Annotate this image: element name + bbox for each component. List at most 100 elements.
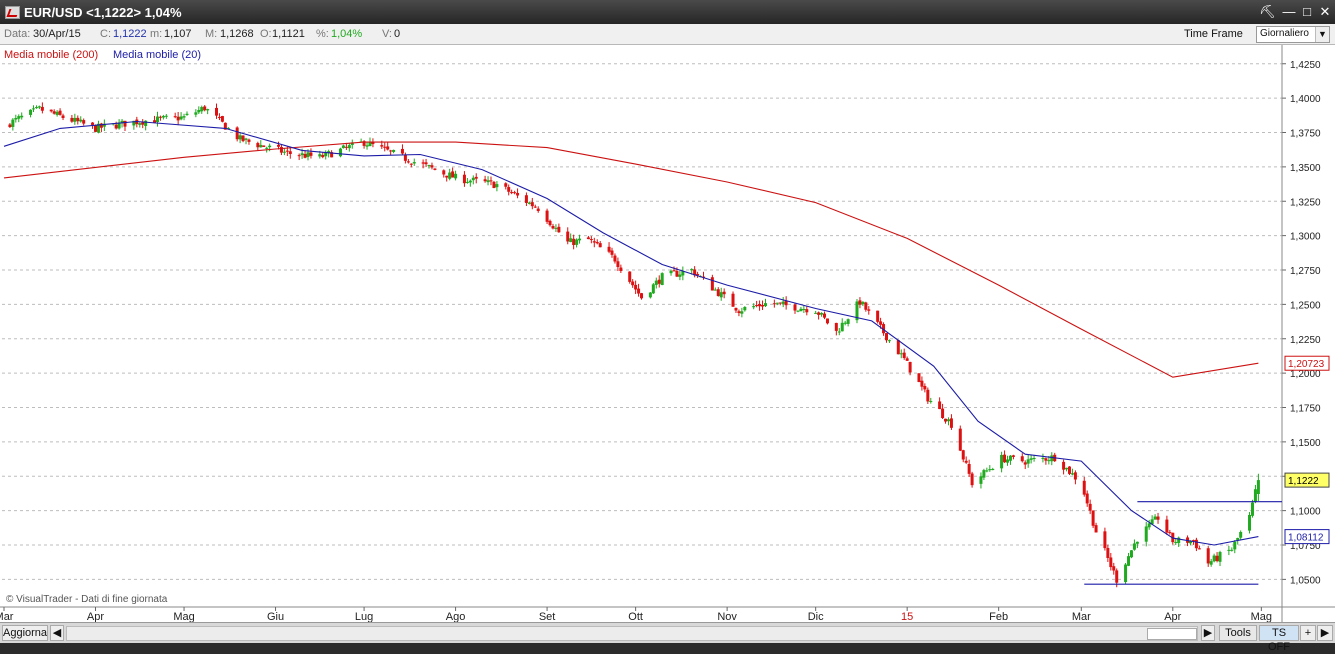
tool-icon[interactable]: ⛏ bbox=[1259, 4, 1276, 20]
timeframe-label: Time Frame bbox=[1184, 28, 1243, 40]
candle-body bbox=[920, 380, 924, 387]
candle-body bbox=[309, 152, 313, 156]
volume-value: 0 bbox=[394, 28, 401, 40]
candle-body bbox=[843, 322, 847, 324]
scroll-right-button[interactable]: ▶ bbox=[1201, 625, 1215, 641]
candle-body bbox=[386, 146, 390, 150]
candle-body bbox=[483, 179, 487, 182]
candle-body bbox=[566, 231, 570, 242]
candle-body bbox=[814, 312, 818, 314]
candle-body bbox=[123, 120, 127, 127]
candle-body bbox=[513, 192, 517, 194]
candle-body bbox=[1215, 555, 1219, 561]
candle-body bbox=[1227, 549, 1231, 551]
candle-body bbox=[737, 311, 741, 314]
close-button[interactable]: ✕ bbox=[1317, 4, 1333, 20]
ma200-value-label: 1,20723 bbox=[1288, 359, 1325, 370]
candle-body bbox=[1006, 459, 1010, 463]
candle-body bbox=[93, 125, 97, 132]
candle-body bbox=[926, 389, 930, 402]
data-source-watermark: © VisualTrader - Dati di fine giornata bbox=[6, 594, 168, 605]
candle-body bbox=[412, 162, 416, 164]
candle-body bbox=[510, 192, 514, 194]
max-value: 1,1268 bbox=[220, 28, 254, 40]
candle-body bbox=[527, 202, 531, 204]
candle-body bbox=[660, 273, 664, 286]
candle-body bbox=[1023, 462, 1027, 465]
candle-body bbox=[533, 206, 537, 208]
date-value: 30/Apr/15 bbox=[33, 28, 81, 40]
candle-body bbox=[793, 304, 797, 311]
candle-body bbox=[551, 225, 555, 229]
candle-body bbox=[648, 292, 652, 298]
minimize-button[interactable]: — bbox=[1281, 4, 1297, 20]
candle-body bbox=[507, 187, 511, 192]
candle-body bbox=[651, 284, 655, 294]
candle-body bbox=[406, 161, 410, 163]
candle-body bbox=[740, 311, 744, 314]
candle-body bbox=[657, 279, 661, 284]
candle-body bbox=[1047, 460, 1051, 462]
candle-body bbox=[589, 239, 593, 241]
candle-body bbox=[155, 116, 159, 123]
refresh-button[interactable]: Aggiorna bbox=[2, 625, 48, 641]
candle-body bbox=[176, 116, 180, 121]
candle-body bbox=[383, 146, 387, 148]
pct-value: 1,04% bbox=[331, 28, 363, 40]
candle-body bbox=[1250, 502, 1254, 516]
candle-body bbox=[752, 306, 756, 308]
candle-body bbox=[825, 318, 829, 324]
candle-body bbox=[70, 117, 74, 122]
last-price-label: 1,1222 bbox=[1288, 476, 1319, 487]
candle-body bbox=[1127, 556, 1131, 566]
min-value: 1,107 bbox=[164, 28, 192, 40]
candle-body bbox=[486, 180, 490, 183]
price-chart[interactable]: 1,05001,07501,10001,12501,15001,17501,20… bbox=[0, 45, 1335, 622]
candle-body bbox=[896, 340, 900, 355]
scroll-end-button[interactable]: ▶ bbox=[1317, 625, 1333, 641]
timeframe-select[interactable]: Giornaliero ▼ bbox=[1256, 26, 1330, 43]
candle-body bbox=[17, 116, 21, 119]
ma200-line bbox=[3, 141, 1259, 378]
candle-body bbox=[341, 145, 345, 149]
horizontal-scrollbar[interactable] bbox=[66, 626, 1198, 641]
dropdown-arrow-icon[interactable]: ▼ bbox=[1315, 27, 1329, 42]
candle-body bbox=[675, 271, 679, 277]
candle-body bbox=[194, 112, 198, 115]
candle-body bbox=[840, 322, 844, 332]
candle-body bbox=[802, 309, 806, 311]
candle-body bbox=[967, 463, 971, 474]
candle-body bbox=[690, 269, 694, 271]
scroll-left-button[interactable]: ◀ bbox=[50, 625, 64, 641]
candle-body bbox=[1153, 516, 1157, 520]
candle-body bbox=[403, 154, 407, 161]
max-label: M: bbox=[205, 28, 218, 40]
tools-button[interactable]: Tools bbox=[1219, 625, 1257, 641]
candle-body bbox=[678, 274, 682, 277]
candle-body bbox=[392, 149, 396, 152]
open-value: 1,1121 bbox=[272, 28, 305, 40]
ts-off-button[interactable]: TS OFF bbox=[1259, 625, 1299, 653]
scrollbar-thumb[interactable] bbox=[1147, 628, 1197, 640]
candle-body bbox=[1156, 516, 1160, 520]
candle-body bbox=[524, 195, 528, 203]
candle-body bbox=[1044, 458, 1048, 461]
candle-body bbox=[1008, 455, 1012, 461]
candle-body bbox=[306, 152, 310, 157]
candle-body bbox=[634, 284, 638, 290]
x-tick-label: Apr bbox=[1164, 611, 1181, 622]
candle-body bbox=[607, 246, 611, 252]
candle-body bbox=[1174, 542, 1178, 544]
candle-body bbox=[710, 277, 714, 291]
candles-group bbox=[8, 102, 1260, 588]
zoom-in-button[interactable]: + bbox=[1300, 625, 1316, 641]
chart-svg[interactable]: 1,05001,07501,10001,12501,15001,17501,20… bbox=[0, 45, 1335, 622]
candle-body bbox=[817, 312, 821, 315]
candle-body bbox=[575, 239, 579, 245]
candle-body bbox=[247, 139, 251, 142]
candle-body bbox=[465, 181, 469, 183]
candle-body bbox=[964, 460, 968, 463]
maximize-button[interactable]: □ bbox=[1299, 4, 1315, 20]
candle-body bbox=[173, 116, 177, 118]
candle-body bbox=[1212, 555, 1216, 562]
